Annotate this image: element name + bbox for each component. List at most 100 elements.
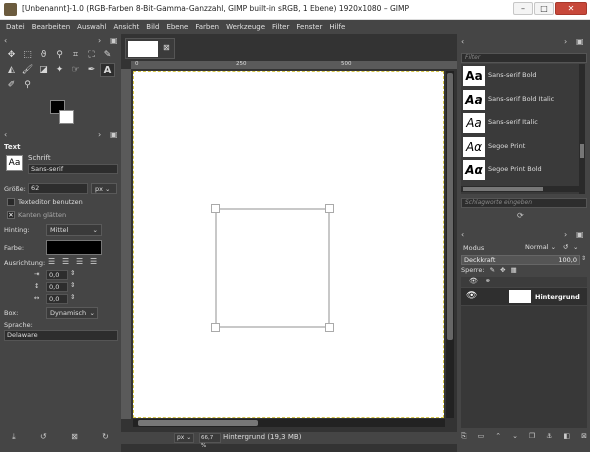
lock-alpha-icon[interactable]: ▦ [511,266,517,274]
size-input[interactable]: 62 [28,183,88,194]
new-group-icon[interactable]: ▭ [478,432,485,444]
unified-transform-tool-icon[interactable]: ⛶ [84,48,99,62]
menu-ansicht[interactable]: Ansicht [113,20,139,34]
color-picker-tool-icon[interactable]: ✐ [4,78,19,92]
use-editor-checkbox[interactable] [7,198,15,206]
lock-position-icon[interactable]: ✥ [500,266,505,274]
justify-right-icon[interactable]: ☰ [62,257,69,266]
font-input[interactable]: Sans-serif [28,164,118,174]
layers-dock-menu-icon[interactable]: ▣ [576,230,584,239]
delete-options-icon[interactable]: ⊠ [71,432,78,444]
text-color-button[interactable] [46,240,102,255]
smudge-tool-icon[interactable]: ☞ [68,63,83,77]
line-spacing-spin-icon[interactable]: ⇕ [70,281,75,289]
menu-fenster[interactable]: Fenster [296,20,322,34]
handle-bottom-right[interactable] [325,323,334,332]
collapse-arrow-icon[interactable]: ‹ [4,36,7,45]
fonts-tab-arrow-icon[interactable]: › [564,37,567,46]
mode-reset-icon[interactable]: ↺ [563,243,568,251]
tab-menu-arrow-icon[interactable]: › [98,36,101,45]
fonts-horizontal-scrollbar[interactable] [461,186,579,192]
font-item[interactable]: Aa Sans-serif Bold Italic [461,88,579,112]
menu-bearbeiten[interactable]: Bearbeiten [32,20,70,34]
image-tab[interactable]: ⊠ [125,38,175,59]
close-button[interactable]: ✕ [555,2,587,15]
letter-spacing-input[interactable]: 0,0 [46,294,68,304]
dock-menu-icon[interactable]: ▣ [110,36,118,45]
tags-input[interactable]: Schlagworte eingeben [461,198,587,208]
horizontal-scroll-thumb[interactable] [138,420,258,426]
maximize-button[interactable]: □ [534,2,554,15]
rect-select-tool-icon[interactable]: ⬚ [20,48,35,62]
duplicate-layer-icon[interactable]: ❐ [529,432,535,444]
options-collapse-arrow-icon[interactable]: ‹ [4,130,7,139]
close-image-icon[interactable]: ⊠ [163,43,170,52]
fonts-horizontal-scroll-thumb[interactable] [463,187,543,191]
bucket-fill-tool-icon[interactable]: ◭ [4,63,19,77]
minimize-button[interactable]: – [513,2,533,15]
menu-auswahl[interactable]: Auswahl [77,20,106,34]
antialias-checkbox[interactable]: ✕ [7,211,15,219]
background-color-swatch[interactable] [59,110,74,124]
layers-collapse-arrow-icon[interactable]: ‹ [461,230,464,239]
hinting-select[interactable]: Mittel ⌄ [46,224,102,236]
crop-tool-icon[interactable]: ⌗ [68,48,83,62]
fonts-vertical-scrollbar[interactable] [579,64,585,194]
new-layer-icon[interactable]: ⎘ [461,432,467,444]
fonts-vertical-scroll-thumb[interactable] [580,144,584,158]
restore-options-icon[interactable]: ↺ [40,432,47,444]
menu-werkzeuge[interactable]: Werkzeuge [226,20,265,34]
menu-filter[interactable]: Filter [272,20,289,34]
indent-input[interactable]: 0,0 [46,270,68,280]
horizontal-scrollbar[interactable] [133,419,445,427]
letter-spacing-spin-icon[interactable]: ⇕ [70,293,75,301]
anchor-layer-icon[interactable]: ⚓ [546,432,552,444]
lower-layer-icon[interactable]: ⌄ [512,432,518,444]
warp-tool-icon[interactable]: ✎ [100,48,115,62]
opacity-spin-icon[interactable]: ⇕ [581,255,586,262]
eye-icon[interactable]: 👁 [466,291,477,301]
justify-left-icon[interactable]: ☰ [48,257,55,266]
language-input[interactable]: Delaware [4,330,118,341]
layer-mask-icon[interactable]: ◧ [563,432,570,444]
mode-select[interactable]: Normal ⌄ [525,243,556,251]
handle-top-left[interactable] [211,204,220,213]
fonts-collapse-arrow-icon[interactable]: ‹ [461,37,464,46]
menu-datei[interactable]: Datei [6,20,25,34]
eraser-tool-icon[interactable]: ◪ [36,63,51,77]
text-tool-icon[interactable]: A [100,63,115,77]
unit-select[interactable]: px ⌄ [174,433,194,443]
delete-layer-icon[interactable]: ⊠ [581,432,587,444]
menu-bild[interactable]: Bild [146,20,159,34]
zoom-select[interactable]: 66,7 % [199,433,221,449]
indent-spin-icon[interactable]: ⇕ [70,269,75,277]
vertical-scroll-thumb[interactable] [447,73,453,340]
justify-center-icon[interactable]: ☰ [76,257,83,266]
zoom-tool-icon[interactable]: ⚲ [20,78,35,92]
paths-tool-icon[interactable]: ✒ [84,63,99,77]
font-item[interactable]: Aa Sans-serif Bold [461,64,579,88]
menu-farben[interactable]: Farben [195,20,219,34]
paintbrush-tool-icon[interactable]: 🖌 [20,63,35,77]
lasso-tool-icon[interactable]: ϑ [36,48,51,62]
menu-hilfe[interactable]: Hilfe [329,20,345,34]
fonts-dock-menu-icon[interactable]: ▣ [576,37,584,46]
box-select[interactable]: Dynamisch ⌄ [46,307,98,319]
handle-top-right[interactable] [325,204,334,213]
reset-options-icon[interactable]: ↻ [102,432,109,444]
opacity-slider[interactable]: Deckkraft 100,0 [461,255,580,265]
options-dock-menu-icon[interactable]: ▣ [110,130,118,139]
font-item[interactable]: Aα Segoe Print Bold [461,158,579,182]
mode-chevron-icon[interactable]: ⌄ [573,243,578,251]
refresh-fonts-icon[interactable]: ⟳ [517,211,524,220]
font-item[interactable]: Aa Sans-serif Italic [461,111,579,135]
fonts-filter-input[interactable]: Filter [461,53,587,63]
lock-pixels-icon[interactable]: ✎ [490,266,495,274]
vertical-scrollbar[interactable] [446,71,454,418]
save-options-icon[interactable]: ⤓ [12,432,16,444]
layer-row[interactable]: 👁 Hintergrund [461,288,587,305]
clone-tool-icon[interactable]: ✦ [52,63,67,77]
image-canvas[interactable] [133,71,444,418]
text-box-frame[interactable] [211,204,334,332]
menu-ebene[interactable]: Ebene [166,20,188,34]
